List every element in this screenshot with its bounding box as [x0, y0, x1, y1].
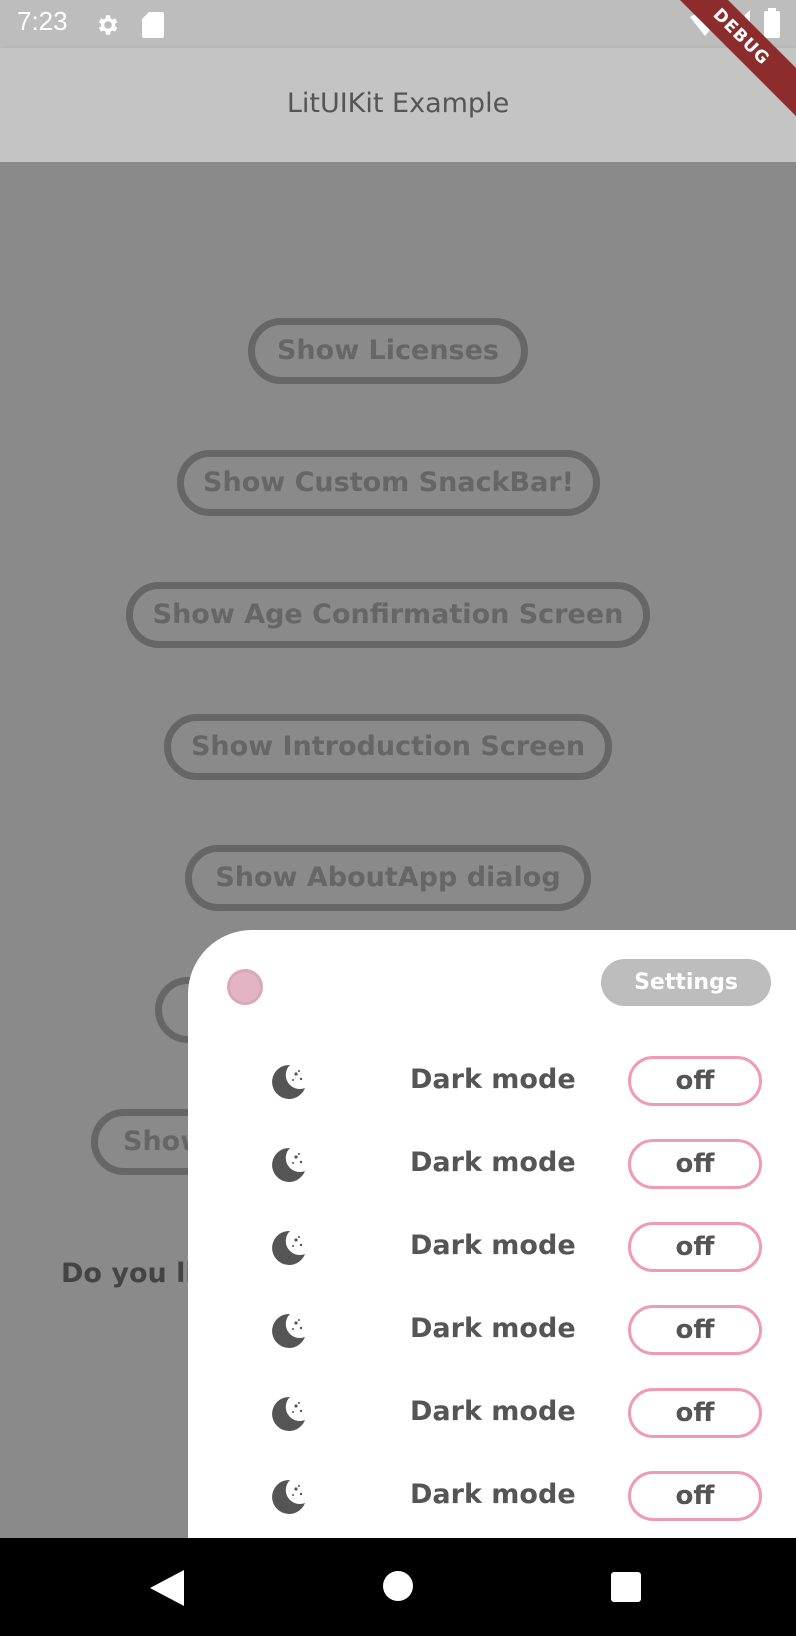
- back-icon[interactable]: [150, 1570, 184, 1606]
- settings-sheet: Settings Dark mode off Dark mode off Dark mo…: [188, 930, 796, 1538]
- dark-mode-toggle[interactable]: off: [628, 1305, 762, 1355]
- moon-stars-icon: [268, 1145, 308, 1185]
- setting-label: Dark mode: [410, 1396, 576, 1427]
- app-bar: LitUIKit Example: [0, 48, 796, 162]
- status-dot: [227, 969, 263, 1005]
- moon-stars-icon: [268, 1311, 308, 1351]
- settings-chip[interactable]: Settings: [601, 959, 771, 1006]
- status-time: 7:23: [17, 6, 68, 36]
- setting-label: Dark mode: [410, 1147, 576, 1178]
- show-licenses-button[interactable]: Show Licenses: [248, 318, 528, 384]
- dark-mode-toggle[interactable]: off: [628, 1471, 762, 1521]
- app-title: LitUIKit Example: [286, 88, 510, 119]
- sd-card-icon: [142, 12, 164, 38]
- setting-row: Dark mode off: [188, 1388, 796, 1440]
- moon-stars-icon: [268, 1228, 308, 1268]
- setting-row: Dark mode off: [188, 1056, 796, 1108]
- dark-mode-toggle[interactable]: off: [628, 1388, 762, 1438]
- setting-row: Dark mode off: [188, 1222, 796, 1274]
- show-introduction-button[interactable]: Show Introduction Screen: [164, 714, 612, 780]
- gear-icon: [98, 15, 118, 35]
- setting-row: Dark mode off: [188, 1305, 796, 1357]
- battery-icon: [764, 8, 780, 38]
- moon-stars-icon: [268, 1062, 308, 1102]
- setting-row: Dark mode off: [188, 1139, 796, 1191]
- setting-label: Dark mode: [410, 1064, 576, 1095]
- question-text: Do you li: [61, 1258, 195, 1289]
- moon-stars-icon: [268, 1394, 308, 1434]
- show-custom-snackbar-button[interactable]: Show Custom SnackBar!: [177, 450, 600, 516]
- setting-label: Dark mode: [410, 1313, 576, 1344]
- moon-stars-icon: [268, 1477, 308, 1517]
- home-icon[interactable]: [382, 1570, 414, 1602]
- setting-label: Dark mode: [410, 1230, 576, 1261]
- status-bar: 7:23: [0, 0, 796, 48]
- dark-mode-toggle[interactable]: off: [628, 1139, 762, 1189]
- dark-mode-toggle[interactable]: off: [628, 1056, 762, 1106]
- dark-mode-toggle[interactable]: off: [628, 1222, 762, 1272]
- show-age-confirmation-button[interactable]: Show Age Confirmation Screen: [126, 582, 650, 648]
- navigation-bar: [0, 1538, 796, 1636]
- setting-row: Dark mode off: [188, 1471, 796, 1523]
- setting-label: Dark mode: [410, 1479, 576, 1510]
- show-aboutapp-button[interactable]: Show AboutApp dialog: [185, 845, 591, 911]
- recents-icon[interactable]: [610, 1572, 642, 1602]
